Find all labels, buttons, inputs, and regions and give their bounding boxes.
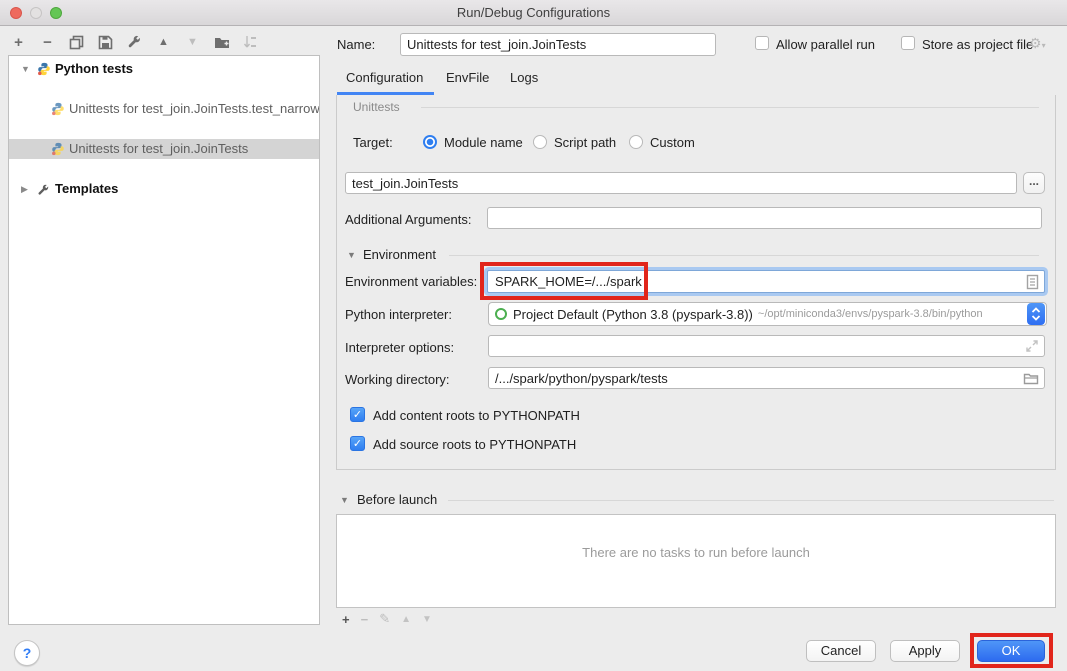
move-task-up-icon[interactable]: ▲ xyxy=(401,614,411,625)
ok-button[interactable]: OK xyxy=(977,640,1045,662)
add-source-roots-checkbox[interactable]: ✓ xyxy=(350,436,365,451)
unittests-group-title: Unittests xyxy=(353,100,400,114)
move-task-down-icon[interactable]: ▼ xyxy=(422,614,432,625)
add-configuration-icon[interactable]: + xyxy=(10,34,27,51)
environment-variables-input[interactable]: SPARK_HOME=/.../spark xyxy=(487,270,1045,293)
apply-button[interactable]: Apply xyxy=(890,640,960,662)
group-divider xyxy=(449,255,1039,256)
additional-arguments-label: Additional Arguments: xyxy=(345,212,471,227)
python-interpreter-value: Project Default (Python 3.8 (pyspark-3.8… xyxy=(513,307,753,322)
tree-item-unittests-test-narrow[interactable]: Unittests for test_join.JoinTests.test_n… xyxy=(9,99,319,119)
store-as-project-file-label: Store as project file xyxy=(922,37,1033,52)
gear-caret-icon: ▾ xyxy=(1042,41,1046,50)
target-module-name-radio[interactable] xyxy=(423,135,437,149)
tree-item-label: Templates xyxy=(55,179,118,199)
move-down-icon[interactable]: ▼ xyxy=(184,34,201,51)
tree-item-python-tests[interactable]: ▼ Python tests xyxy=(9,59,319,79)
python-test-icon xyxy=(51,142,65,156)
browse-button[interactable]: ... xyxy=(1023,172,1045,194)
new-folder-icon[interactable] xyxy=(213,34,230,51)
working-directory-label: Working directory: xyxy=(345,372,450,387)
window-title: Run/Debug Configurations xyxy=(0,5,1067,20)
tree-item-unittests-jointests-selected[interactable]: Unittests for test_join.JoinTests xyxy=(9,139,319,159)
before-launch-task-list: There are no tasks to run before launch xyxy=(336,514,1056,608)
tab-logs[interactable]: Logs xyxy=(510,70,538,92)
name-input[interactable]: Unittests for test_join.JoinTests xyxy=(400,33,716,56)
group-divider xyxy=(448,500,1054,501)
cancel-button[interactable]: Cancel xyxy=(806,640,876,662)
tab-configuration[interactable]: Configuration xyxy=(346,70,423,92)
tree-item-templates[interactable]: ▶ Templates xyxy=(9,179,319,199)
name-label: Name: xyxy=(337,37,375,52)
no-tasks-message: There are no tasks to run before launch xyxy=(337,545,1055,560)
target-custom-radio[interactable] xyxy=(629,135,643,149)
allow-parallel-run-label: Allow parallel run xyxy=(776,37,875,52)
remove-task-icon[interactable]: − xyxy=(361,612,369,627)
allow-parallel-run-checkbox[interactable] xyxy=(755,36,769,50)
tree-item-label: Python tests xyxy=(55,59,133,79)
run-debug-configurations-dialog: Run/Debug Configurations + − ▲ ▼ ▼ Pyth xyxy=(0,0,1067,671)
edit-task-icon[interactable]: ✎ xyxy=(379,611,390,627)
chevron-down-icon[interactable]: ▼ xyxy=(21,59,33,79)
move-up-icon[interactable]: ▲ xyxy=(155,34,172,51)
title-bar: Run/Debug Configurations xyxy=(0,0,1067,26)
save-configuration-icon[interactable] xyxy=(97,34,114,51)
environment-variables-label: Environment variables: xyxy=(345,274,477,289)
additional-arguments-input[interactable] xyxy=(487,207,1042,229)
target-custom-label: Custom xyxy=(650,135,695,150)
folder-icon[interactable] xyxy=(1023,371,1039,388)
chevron-right-icon[interactable]: ▶ xyxy=(21,179,33,199)
interpreter-options-input[interactable] xyxy=(488,335,1045,357)
edit-templates-wrench-icon[interactable] xyxy=(126,34,143,51)
remove-configuration-icon[interactable]: − xyxy=(39,34,56,51)
working-directory-input[interactable]: /.../spark/python/pyspark/tests xyxy=(488,367,1045,389)
add-task-icon[interactable]: + xyxy=(342,612,350,627)
copy-configuration-icon[interactable] xyxy=(68,34,85,51)
interpreter-options-label: Interpreter options: xyxy=(345,340,454,355)
configuration-panel: Unittests Target: Module name Script pat… xyxy=(336,95,1056,470)
python-interpreter-label: Python interpreter: xyxy=(345,307,452,322)
group-divider xyxy=(421,107,1039,108)
environment-collapse-icon[interactable]: ▼ xyxy=(347,250,356,260)
environment-section-title: Environment xyxy=(363,247,436,262)
configurations-tree: ▼ Python tests Unittests for test_join.J… xyxy=(8,55,320,625)
target-script-path-label: Script path xyxy=(554,135,616,150)
python-interpreter-select[interactable]: Project Default (Python 3.8 (pyspark-3.8… xyxy=(488,302,1047,326)
tree-item-label: Unittests for test_join.JoinTests xyxy=(69,139,248,159)
wrench-icon xyxy=(37,183,51,197)
add-content-roots-checkbox[interactable]: ✓ xyxy=(350,407,365,422)
configurations-toolbar: + − ▲ ▼ xyxy=(10,31,259,53)
sort-configurations-icon[interactable] xyxy=(242,34,259,51)
target-module-input[interactable]: test_join.JoinTests xyxy=(345,172,1017,194)
expand-field-icon[interactable] xyxy=(1025,339,1039,356)
tab-envfile[interactable]: EnvFile xyxy=(446,70,489,92)
target-module-name-label: Module name xyxy=(444,135,523,150)
environment-variables-value: SPARK_HOME=/.../spark xyxy=(495,274,642,289)
before-launch-section-title: Before launch xyxy=(357,492,437,507)
target-label: Target: xyxy=(353,135,393,150)
python-tests-icon xyxy=(37,62,51,76)
interpreter-dropdown-stepper-icon[interactable] xyxy=(1027,303,1045,325)
conda-environment-icon xyxy=(495,308,507,320)
before-launch-collapse-icon[interactable]: ▼ xyxy=(340,495,349,505)
store-as-project-file-checkbox[interactable] xyxy=(901,36,915,50)
env-variables-list-icon[interactable] xyxy=(1026,274,1039,293)
target-script-path-radio[interactable] xyxy=(533,135,547,149)
python-interpreter-path: ~/opt/miniconda3/envs/pyspark-3.8/bin/py… xyxy=(758,308,983,320)
help-button[interactable]: ? xyxy=(14,640,40,666)
add-content-roots-label: Add content roots to PYTHONPATH xyxy=(373,408,580,423)
add-source-roots-label: Add source roots to PYTHONPATH xyxy=(373,437,576,452)
gear-icon[interactable]: ⚙▾ xyxy=(1029,35,1046,52)
tree-item-label: Unittests for test_join.JoinTests.test_n… xyxy=(69,99,320,119)
before-launch-toolbar: + − ✎ ▲ ▼ xyxy=(342,610,432,628)
python-test-icon xyxy=(51,102,65,116)
